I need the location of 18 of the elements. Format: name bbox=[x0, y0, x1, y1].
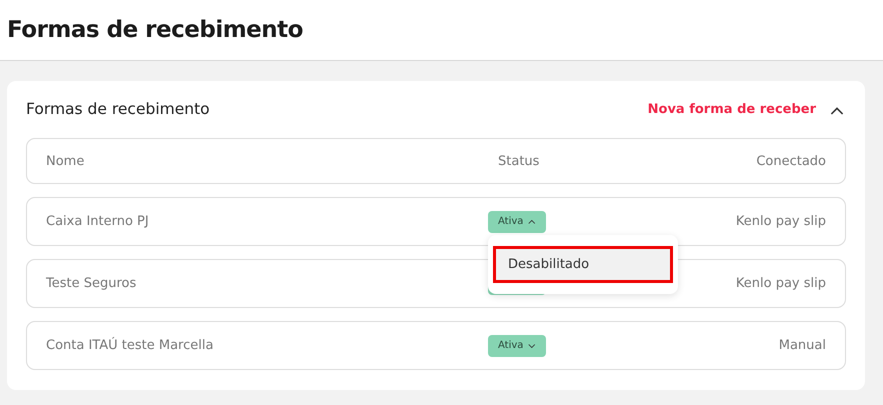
table-cell-text: Caixa Interno PJ bbox=[46, 214, 150, 229]
chevron-icon bbox=[830, 106, 844, 116]
table-cell: Manual bbox=[778, 338, 826, 353]
column-header: Conectado bbox=[756, 154, 826, 168]
table-cell-text: Teste Seguros bbox=[46, 276, 138, 291]
table-cell: Kenlo pay slip bbox=[736, 214, 826, 229]
new-payment-method-link[interactable]: Nova forma de receber bbox=[648, 102, 816, 116]
card-title: Formas de recebimento bbox=[26, 100, 211, 118]
table-cell: Kenlo pay slip bbox=[736, 276, 826, 291]
column-header: Nome bbox=[46, 154, 86, 168]
page-title: Formas de recebimento bbox=[7, 17, 303, 43]
column-header: Status bbox=[497, 154, 540, 168]
chevron-icon bbox=[528, 342, 536, 348]
chevron-icon bbox=[528, 218, 536, 224]
status-badge[interactable]: Ativa bbox=[488, 334, 546, 356]
table-cell-text: Conta ITAÚ teste Marcella bbox=[46, 338, 214, 353]
menu-item[interactable]: Desabilitado bbox=[493, 246, 673, 282]
status-badge[interactable]: Ativa bbox=[488, 210, 546, 232]
